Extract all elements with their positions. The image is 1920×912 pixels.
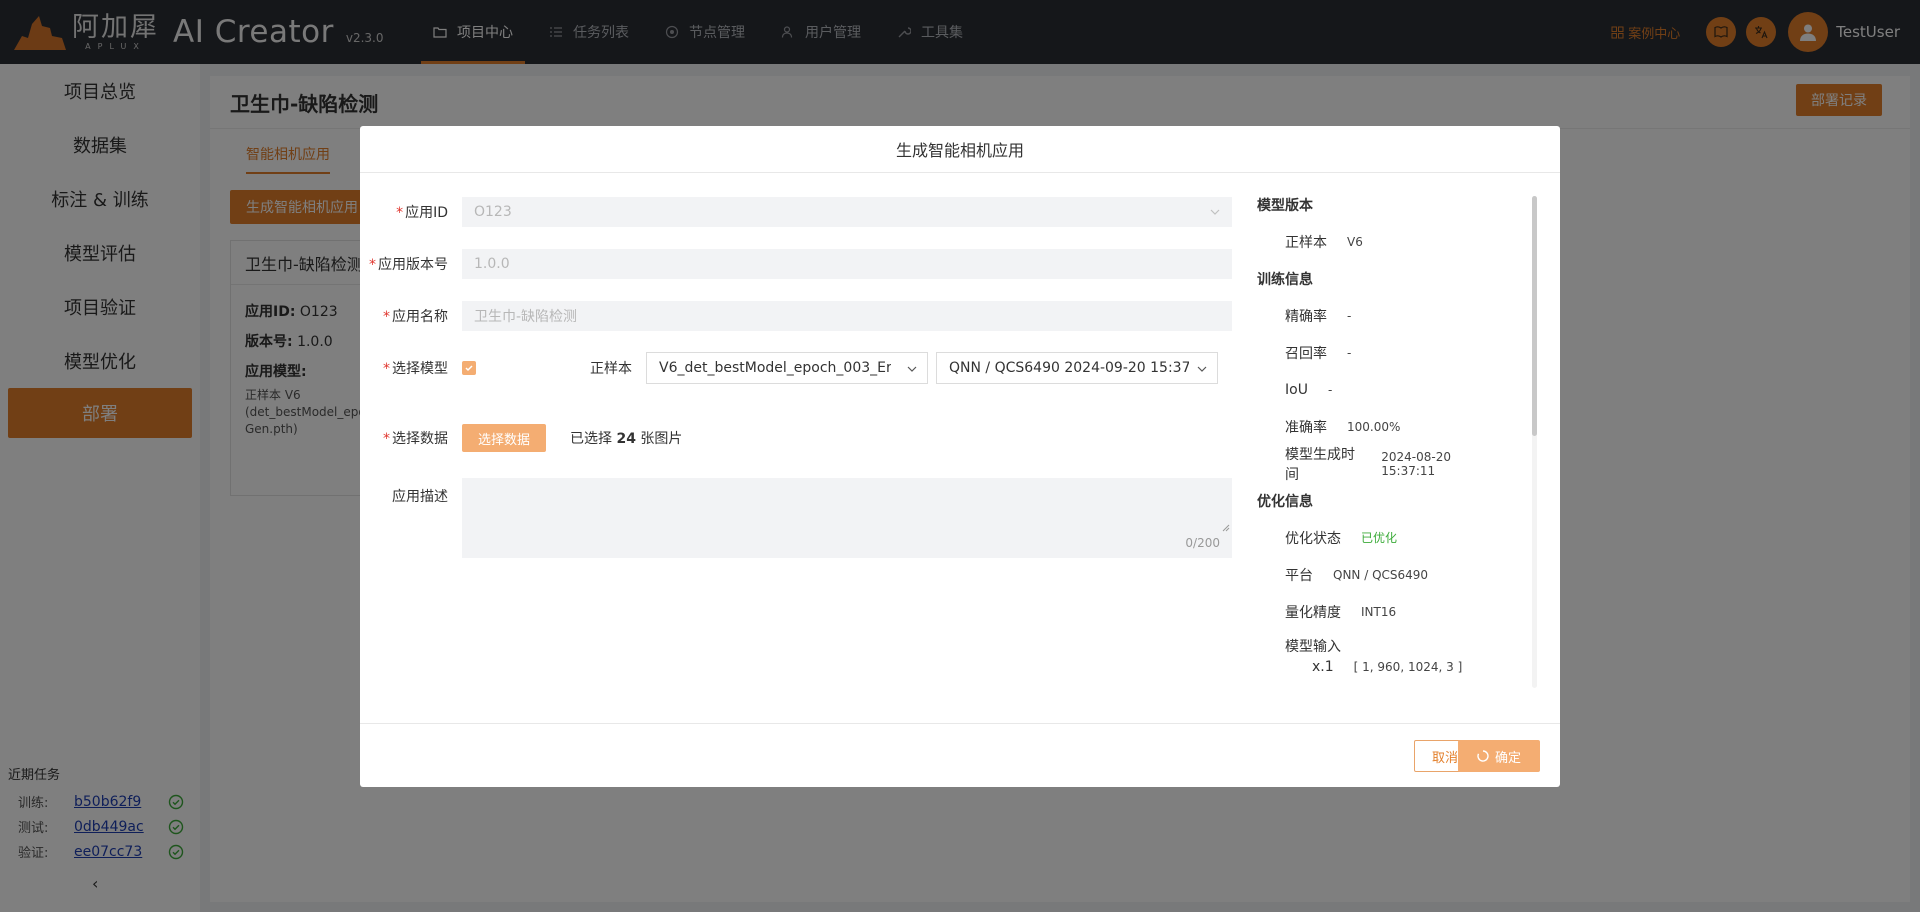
description-label: 应用描述 <box>392 489 448 505</box>
model-info-panel: 模型版本 正样本 V6 训练信息 精确率 - 召回率 - IoU - 准确率 100.00… <box>1257 186 1497 686</box>
platform-value: QNN / QCS6490 2024-09-20 15:37 <box>949 360 1189 376</box>
iou-row: IoU - <box>1257 371 1497 408</box>
app-id-label-text: 应用ID <box>405 205 448 221</box>
chevron-down-icon <box>907 366 917 372</box>
info-key: 模型生成时间 <box>1285 446 1355 483</box>
opt-info-title: 优化信息 <box>1257 493 1313 510</box>
gen-time-row: 模型生成时间 2024-08-20 15:37:11 <box>1257 445 1497 483</box>
info-key: 召回率 <box>1285 345 1327 362</box>
model-version-select[interactable]: V6_det_bestModel_epoch_003_Error <box>646 352 928 384</box>
chevron-down-icon <box>1197 366 1207 372</box>
info-key: 优化状态 <box>1285 530 1341 547</box>
info-key: 精确率 <box>1285 308 1327 325</box>
opt-status-row: 优化状态 已优化 <box>1257 519 1497 556</box>
model-input-detail: x.1 [ 1, 960, 1024, 3 ] <box>1257 656 1497 678</box>
app-name-value: 卫生巾-缺陷检测 <box>474 309 578 325</box>
app-name-row: * 应用名称 卫生巾-缺陷检测 <box>360 301 1232 331</box>
required-mark: * <box>396 205 404 221</box>
train-info-title: 训练信息 <box>1257 271 1313 288</box>
info-value: 100.00% <box>1347 419 1401 434</box>
selected-images-info: 已选择 24 张图片 <box>570 428 682 448</box>
quant-row: 量化精度 INT16 <box>1257 593 1497 630</box>
info-value: 2024-08-20 15:37:11 <box>1381 449 1452 478</box>
scrollbar-thumb[interactable] <box>1532 196 1537 436</box>
app-name-label: * 应用名称 <box>360 306 462 326</box>
version-label: * 应用版本号 <box>360 254 462 274</box>
model-label: * 选择模型 <box>360 358 462 378</box>
model-type-label: 正样本 <box>590 361 632 377</box>
dialog-title: 生成智能相机应用 <box>360 126 1560 173</box>
required-mark: * <box>383 361 390 377</box>
app-id-value: O123 <box>474 204 512 220</box>
resize-grip-icon <box>1222 524 1230 532</box>
required-mark: * <box>383 431 390 447</box>
input-name: x.1 <box>1312 659 1334 675</box>
version-label-text: 应用版本号 <box>378 257 448 273</box>
version-input[interactable]: 1.0.0 <box>462 249 1232 279</box>
model-checkbox[interactable] <box>462 361 476 375</box>
precision-row: 精确率 - <box>1257 297 1497 334</box>
info-value: QNN / QCS6490 <box>1333 567 1429 582</box>
model-version-title: 模型版本 <box>1257 197 1313 214</box>
accuracy-row: 准确率 100.00% <box>1257 408 1497 445</box>
selected-suffix: 张图片 <box>640 431 683 447</box>
select-data-button[interactable]: 选择数据 <box>462 424 547 452</box>
description-char-count: 0/200 <box>1185 536 1220 550</box>
dialog-footer: 取消 确定 <box>360 723 1560 787</box>
selected-prefix: 已选择 <box>570 431 613 447</box>
model-version-row: 正样本 V6 <box>1257 223 1497 260</box>
app-name-label-text: 应用名称 <box>392 309 448 325</box>
model-version-value: V6_det_bestModel_epoch_003_Error <box>659 360 891 376</box>
version-row: * 应用版本号 1.0.0 <box>360 249 1232 279</box>
required-mark: * <box>369 257 376 273</box>
info-key: 模型输入 <box>1285 639 1341 655</box>
info-key: 平台 <box>1285 567 1313 584</box>
data-label-text: 选择数据 <box>392 431 448 447</box>
info-value: - <box>1327 382 1333 397</box>
info-value: - <box>1347 308 1352 323</box>
data-row: * 选择数据 选择数据 已选择 24 张图片 <box>360 424 682 452</box>
description-textarea[interactable]: 0/200 <box>462 478 1232 558</box>
recall-row: 召回率 - <box>1257 334 1497 371</box>
status-badge: 已优化 <box>1361 531 1398 545</box>
version-value: 1.0.0 <box>474 256 510 272</box>
chevron-down-icon <box>1210 209 1220 215</box>
app-id-label: * 应用ID <box>360 202 462 222</box>
platform-row: 平台 QNN / QCS6490 <box>1257 556 1497 593</box>
info-key: 量化精度 <box>1285 604 1341 621</box>
description-row: 应用描述 0/200 <box>360 478 1232 558</box>
model-row: * 选择模型 正样本 V6_det_bestModel_epoch_003_Err… <box>360 352 1218 384</box>
platform-select[interactable]: QNN / QCS6490 2024-09-20 15:37 <box>936 352 1218 384</box>
check-icon <box>465 365 473 372</box>
info-value: - <box>1347 345 1352 360</box>
required-mark: * <box>383 309 390 325</box>
info-key: 准确率 <box>1285 419 1327 436</box>
generate-app-dialog: 生成智能相机应用 * 应用ID O123 * 应用版本号 1.0.0 * 应用名称 卫… <box>360 126 1560 787</box>
data-label: * 选择数据 <box>360 428 462 448</box>
info-key: 正样本 <box>1285 234 1327 251</box>
info-value: V6 <box>1347 234 1363 249</box>
confirm-button[interactable]: 确定 <box>1458 740 1540 772</box>
app-name-input[interactable]: 卫生巾-缺陷检测 <box>462 301 1232 331</box>
model-input-row: 模型输入 <box>1257 630 1497 656</box>
input-shape: [ 1, 960, 1024, 3 ] <box>1353 660 1463 674</box>
model-label-text: 选择模型 <box>392 361 448 377</box>
selected-count: 24 <box>616 431 636 447</box>
confirm-label: 确定 <box>1494 750 1521 766</box>
loading-spinner-icon <box>1477 750 1489 762</box>
app-id-select[interactable]: O123 <box>462 197 1232 227</box>
info-key: IoU <box>1285 381 1308 398</box>
info-value: INT16 <box>1361 604 1397 619</box>
info-panel-scrollbar[interactable] <box>1532 196 1537 688</box>
app-id-row: * 应用ID O123 <box>360 197 1232 227</box>
